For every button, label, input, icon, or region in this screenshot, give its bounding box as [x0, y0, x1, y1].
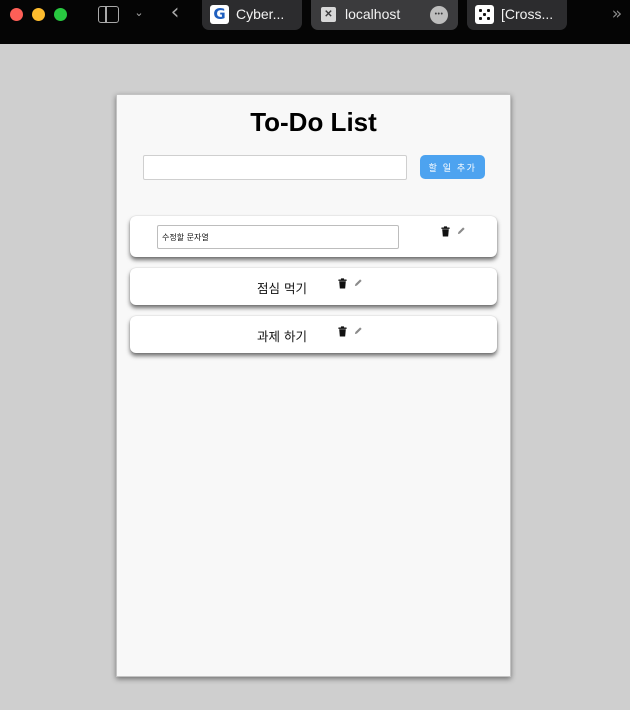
back-arrow-icon[interactable]: ‹: [166, 0, 184, 28]
add-todo-button[interactable]: 할 일 추가: [420, 155, 485, 179]
pencil-icon[interactable]: [457, 226, 466, 235]
new-todo-input[interactable]: [143, 155, 407, 180]
browser-toolbar: ⌄ ‹ Cyber... localhost [Cross... »: [0, 0, 630, 44]
tab-overflow-icon[interactable]: »: [606, 2, 628, 26]
chevron-down-icon[interactable]: ⌄: [131, 3, 147, 23]
zoom-window-button[interactable]: [54, 8, 67, 21]
trash-icon[interactable]: [337, 278, 348, 289]
minimize-window-button[interactable]: [32, 8, 45, 21]
todo-item: 과제 하기: [130, 316, 497, 353]
tab-more-icon[interactable]: [430, 6, 448, 24]
page-title: To-Do List: [250, 107, 377, 137]
pencil-icon[interactable]: [354, 278, 363, 287]
trash-icon[interactable]: [440, 226, 451, 237]
todo-app-container: To-Do List 할 일 추가 점심 먹기 과제 하기: [116, 94, 511, 677]
close-tab-icon[interactable]: [321, 7, 336, 22]
tab-label: Cyber...: [236, 6, 285, 22]
close-window-button[interactable]: [10, 8, 23, 21]
todo-text: 점심 먹기: [257, 281, 307, 296]
edit-todo-input[interactable]: [157, 225, 399, 249]
sidebar-toggle-icon[interactable]: [98, 6, 119, 23]
pencil-icon[interactable]: [354, 326, 363, 335]
browser-tab-cyber[interactable]: Cyber...: [202, 0, 302, 30]
cyber-favicon-icon: [210, 5, 229, 24]
browser-tab-cross[interactable]: [Cross...: [467, 0, 567, 30]
trash-icon[interactable]: [337, 326, 348, 337]
todo-item: [130, 216, 497, 257]
todo-text: 과제 하기: [257, 329, 307, 344]
tab-label: [Cross...: [501, 6, 554, 22]
tab-label: localhost: [345, 6, 401, 22]
browser-tab-localhost[interactable]: localhost: [311, 0, 458, 30]
todo-item: 점심 먹기: [130, 268, 497, 305]
cross-favicon-icon: [475, 5, 494, 24]
